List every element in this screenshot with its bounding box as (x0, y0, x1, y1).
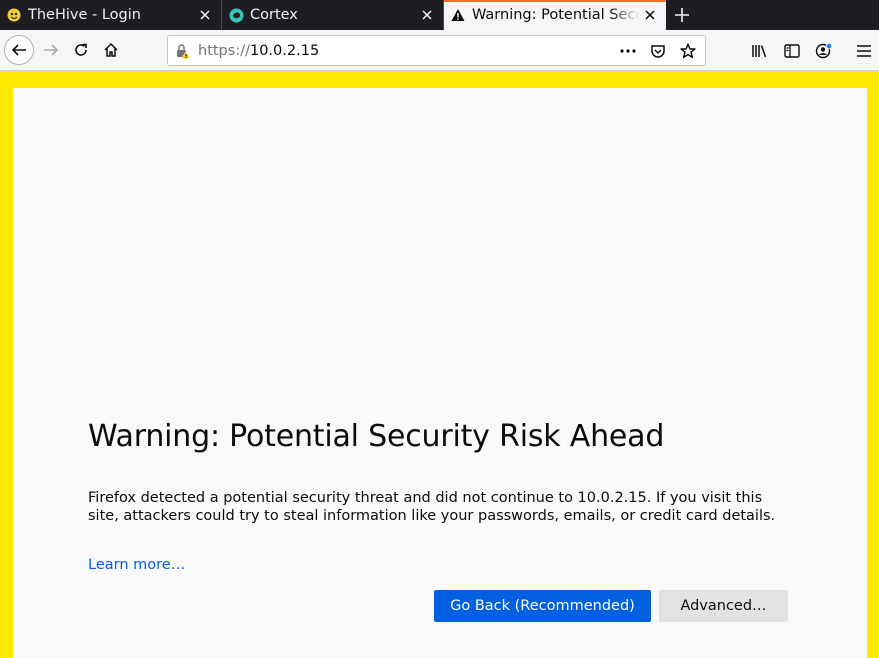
pocket-icon[interactable] (645, 38, 671, 64)
tab-label: Cortex (250, 7, 298, 23)
warning-icon (450, 7, 466, 23)
url-text[interactable]: https://10.0.2.15 (198, 43, 615, 59)
back-arrow-icon (11, 44, 26, 56)
plus-icon (675, 8, 689, 22)
forward-arrow-icon (44, 44, 59, 56)
page-title: Warning: Potential Security Risk Ahead (88, 419, 665, 454)
url-bar[interactable]: https://10.0.2.15 (167, 35, 706, 66)
advanced-button[interactable]: Advanced… (659, 590, 788, 622)
menu-hamburger-icon[interactable] (848, 35, 879, 66)
forward-button[interactable] (36, 35, 66, 65)
tab-strip: TheHive - Login Cortex Warning: Potentia… (0, 0, 879, 30)
cortex-icon (228, 7, 244, 23)
tab-thehive[interactable]: TheHive - Login (0, 0, 222, 30)
close-tab-icon[interactable] (195, 5, 215, 25)
url-host: 10.0.2.15 (249, 42, 320, 59)
close-tab-icon[interactable] (417, 5, 437, 25)
reload-icon (75, 43, 87, 56)
back-button[interactable] (4, 35, 34, 65)
error-content: Warning: Potential Security Risk Ahead F… (88, 418, 788, 573)
home-button[interactable] (96, 35, 126, 65)
sidebar-icon[interactable] (776, 35, 808, 66)
bookmark-star-icon[interactable] (675, 38, 701, 64)
insecure-lock-icon[interactable] (168, 43, 198, 59)
button-row: Go Back (Recommended) Advanced… (434, 590, 788, 622)
reload-button[interactable] (66, 35, 96, 65)
account-icon[interactable] (808, 35, 840, 66)
page-actions-icon[interactable] (615, 38, 641, 64)
close-tab-icon[interactable] (640, 5, 660, 25)
go-back-button[interactable]: Go Back (Recommended) (434, 590, 651, 622)
error-description: Firefox detected a potential security th… (88, 490, 776, 524)
new-tab-button[interactable] (666, 0, 698, 30)
tab-warning[interactable]: Warning: Potential Security Risk Ahead (444, 0, 666, 30)
tab-cortex[interactable]: Cortex (222, 0, 444, 30)
error-page: Warning: Potential Security Risk Ahead F… (13, 88, 867, 658)
navigation-toolbar: https://10.0.2.15 (0, 30, 879, 71)
tab-label: TheHive - Login (28, 7, 141, 23)
learn-more-link[interactable]: Learn more… (88, 557, 185, 573)
thehive-icon (6, 7, 22, 23)
home-icon (104, 42, 118, 57)
url-scheme: https:// (198, 42, 250, 59)
library-icon[interactable] (744, 35, 776, 66)
tab-label: Warning: Potential Security Risk Ahead (472, 7, 640, 23)
